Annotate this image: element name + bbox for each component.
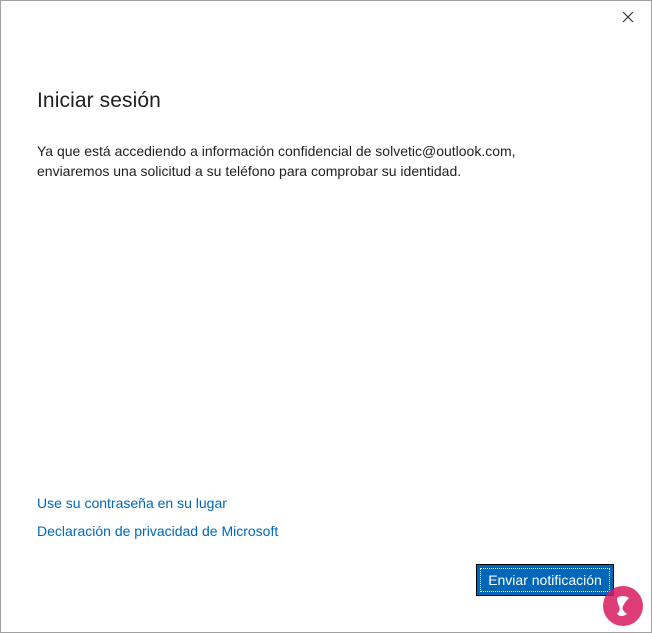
message-line-1: Ya que está accediendo a información con…: [37, 143, 516, 159]
privacy-statement-link[interactable]: Declaración de privacidad de Microsoft: [37, 523, 278, 539]
close-icon: [622, 11, 634, 23]
identity-message: Ya que está accediendo a información con…: [37, 141, 597, 181]
close-button[interactable]: [613, 5, 643, 29]
sign-in-dialog: Iniciar sesión Ya que está accediendo a …: [0, 0, 652, 633]
send-notification-button[interactable]: Enviar notificación: [477, 565, 613, 595]
use-password-link[interactable]: Use su contraseña en su lugar: [37, 495, 227, 511]
watermark-logo-icon: [603, 586, 643, 626]
dialog-title: Iniciar sesión: [37, 89, 161, 112]
message-line-2: enviaremos una solicitud a su teléfono p…: [37, 163, 462, 179]
